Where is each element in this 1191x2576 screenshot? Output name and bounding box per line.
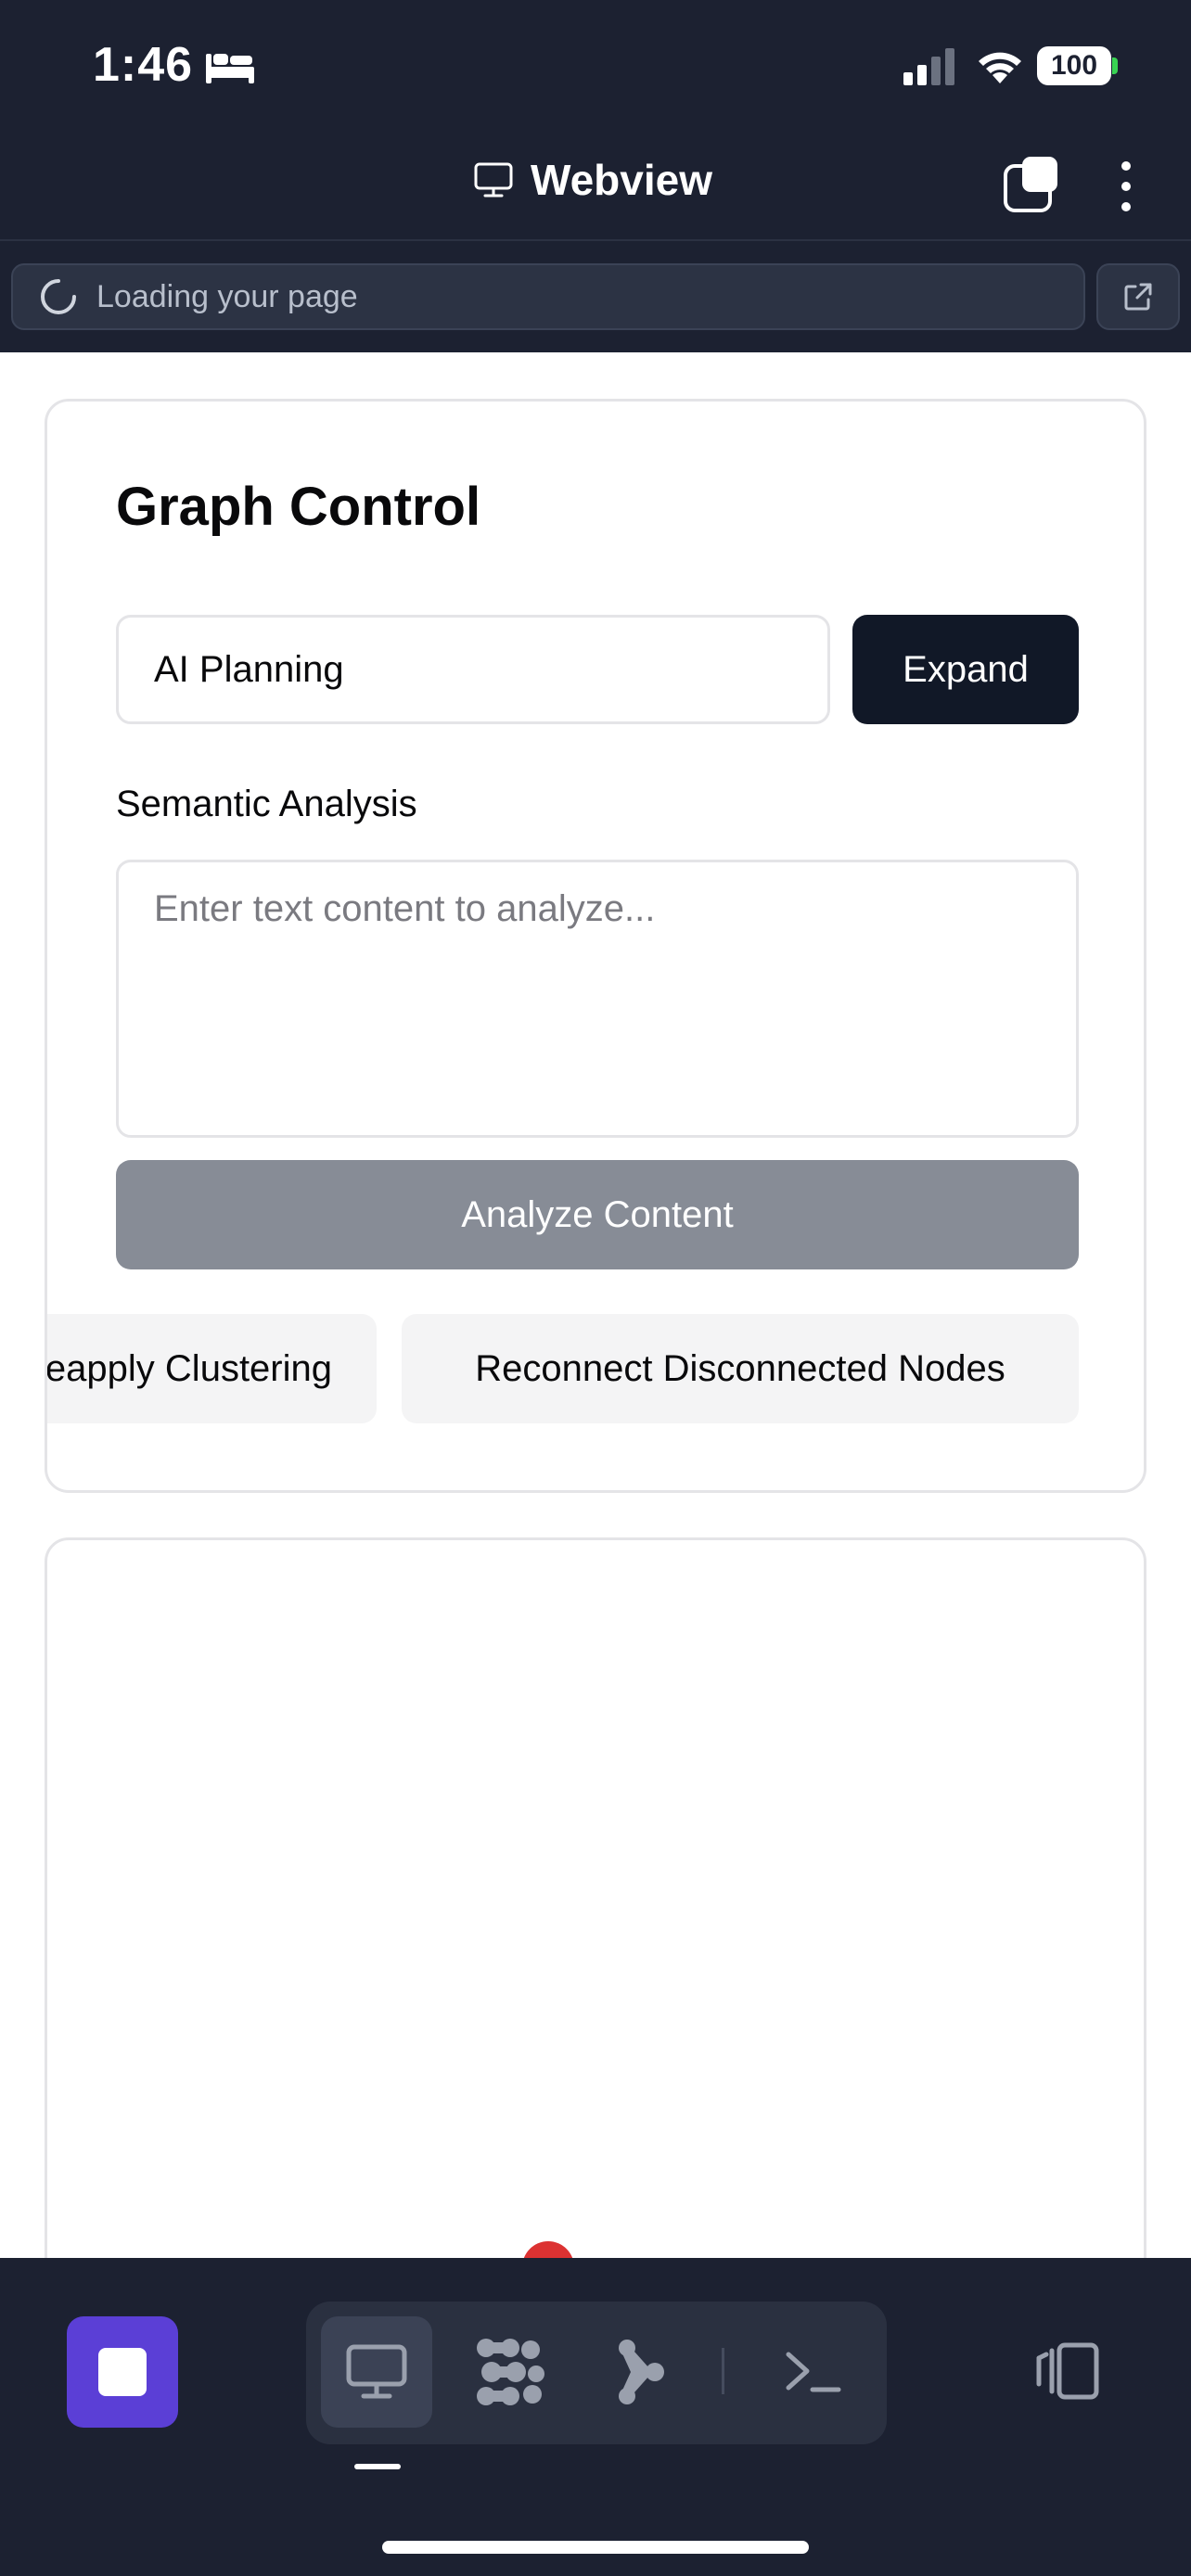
url-field[interactable]: Loading your page [11, 263, 1085, 330]
topic-input[interactable] [116, 615, 830, 724]
open-external-icon [1124, 283, 1152, 311]
active-tab-indicator [354, 2464, 401, 2469]
nav-title: Webview [473, 155, 712, 205]
toolbar-divider [722, 2348, 724, 2394]
reapply-clustering-button[interactable]: Reapply Clustering [47, 1314, 377, 1423]
monitor-tool-button[interactable] [321, 2316, 432, 2428]
reconnect-nodes-button[interactable]: Reconnect Disconnected Nodes [402, 1314, 1079, 1423]
tool-group [306, 2302, 887, 2444]
monitor-icon [346, 2344, 407, 2399]
url-row: Loading your page [0, 243, 1191, 352]
terminal-tool-button[interactable] [757, 2316, 868, 2428]
stop-icon [98, 2348, 147, 2396]
expand-button[interactable]: Expand [852, 615, 1079, 724]
stop-button[interactable] [67, 2316, 178, 2428]
analyze-text-area[interactable] [116, 860, 1079, 1138]
battery-icon: 100 [1037, 46, 1111, 85]
semantic-analysis-label: Semantic Analysis [116, 784, 417, 824]
device-switch-icon[interactable] [1030, 2341, 1100, 2401]
analyze-content-button[interactable]: Analyze Content [116, 1160, 1079, 1269]
loading-spinner-icon [41, 279, 76, 314]
home-indicator [382, 2541, 809, 2554]
graph-control-card: Graph Control Expand Semantic Analysis A… [45, 399, 1146, 1493]
more-vertical-icon[interactable] [1113, 157, 1139, 216]
signal-icon [903, 48, 954, 85]
branch-tool-button[interactable] [584, 2316, 696, 2428]
cluster-icon [477, 2339, 544, 2405]
cluster-tool-button[interactable] [455, 2316, 566, 2428]
status-time: 1:46 [93, 38, 194, 92]
app-top-chrome: 1:46 100 Webview Loading your page [0, 0, 1191, 352]
url-status-text: Loading your page [96, 278, 358, 314]
open-external-button[interactable] [1096, 263, 1180, 330]
nav-bar: Webview [0, 134, 1191, 241]
monitor-icon [474, 162, 513, 198]
wifi-icon [979, 52, 1021, 83]
terminal-icon [786, 2352, 841, 2392]
bottom-toolbar [0, 2258, 1191, 2576]
battery-charging-indicator [1112, 57, 1118, 74]
branch-icon [619, 2340, 664, 2404]
tabs-icon[interactable] [1002, 155, 1061, 214]
sleep-icon [206, 54, 254, 83]
page-title: Webview [531, 156, 712, 204]
status-bar: 1:46 100 [0, 0, 1191, 134]
battery-level: 100 [1050, 50, 1098, 81]
card-title: Graph Control [116, 477, 481, 537]
